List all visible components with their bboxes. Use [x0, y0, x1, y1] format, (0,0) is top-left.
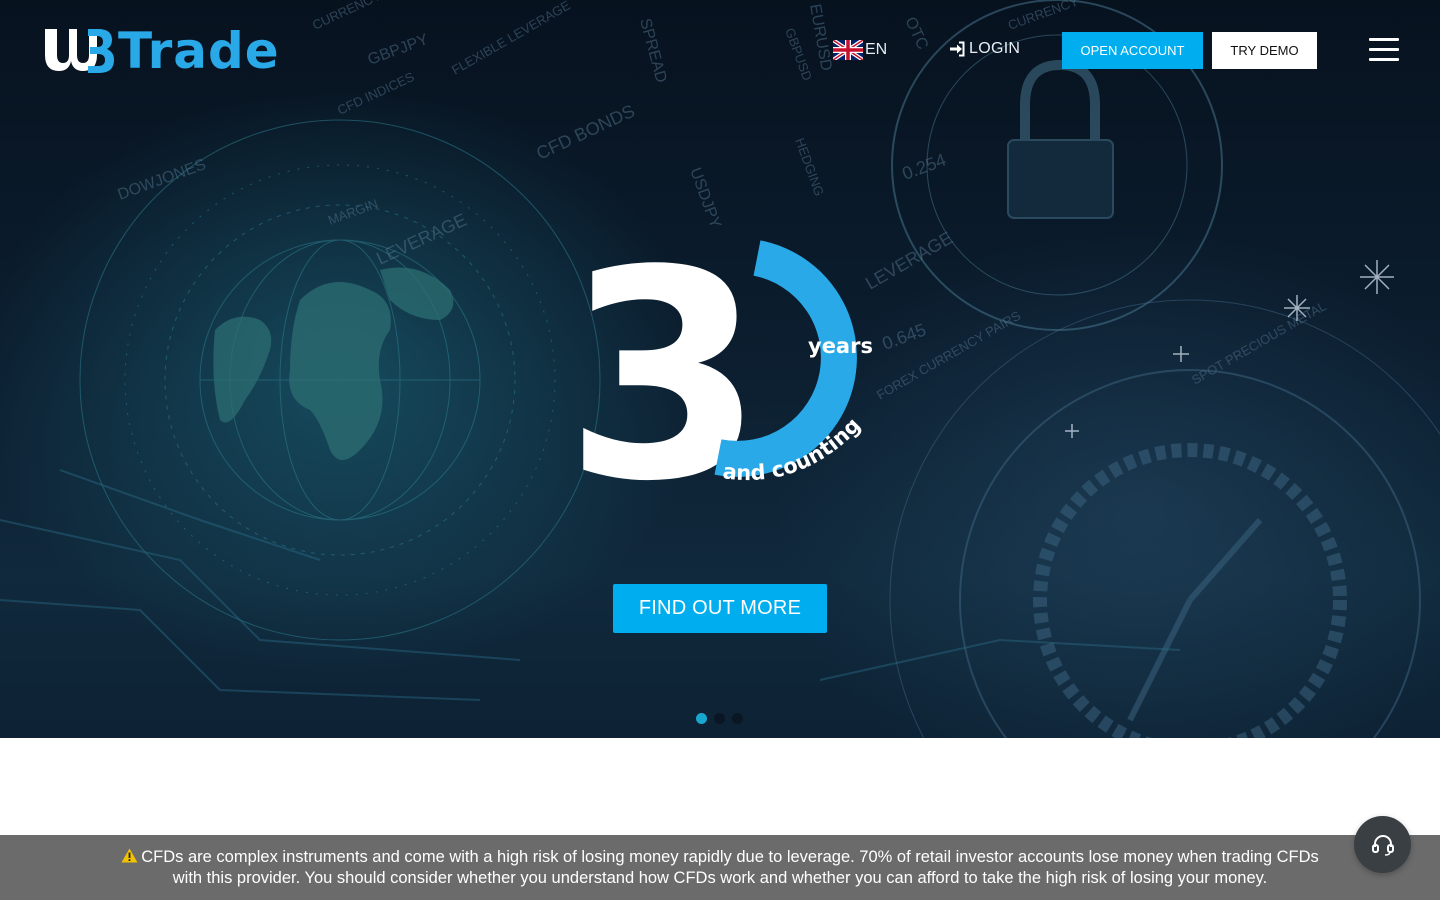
carousel-dot-3[interactable]	[732, 713, 743, 724]
headset-icon	[1371, 834, 1394, 856]
brand-name: Trade	[118, 22, 280, 80]
support-chat-button[interactable]	[1354, 816, 1411, 873]
risk-warning-line-1: CFDs are complex instruments and come wi…	[0, 847, 1440, 868]
sign-in-icon	[950, 41, 965, 57]
open-account-button[interactable]: OPEN ACCOUNT	[1062, 32, 1203, 69]
bg-word: 0.254	[900, 150, 949, 184]
brand-logo[interactable]: Trade	[42, 26, 280, 76]
bg-word: OTC	[901, 15, 931, 53]
bg-word: CFD INDICES	[335, 69, 417, 118]
bg-word: DOWJONES	[116, 156, 209, 204]
carousel-dot-2[interactable]	[714, 713, 725, 724]
risk-warning-bar: CFDs are complex instruments and come wi…	[0, 835, 1440, 900]
uk-flag-icon	[833, 40, 863, 60]
carousel-dot-1[interactable]	[696, 713, 707, 724]
login-link[interactable]: LOGIN	[949, 40, 1020, 58]
menu-bar	[1369, 48, 1399, 51]
bg-word: GBPUSD	[782, 26, 815, 83]
bg-word: LEVERAGE	[373, 209, 469, 268]
risk-warning-text-2: with this provider. You should consider …	[172, 869, 1268, 887]
bg-word: FOREX CURRENCY PAIRS	[874, 308, 1023, 403]
years-label: years	[808, 334, 873, 358]
login-label: LOGIN	[969, 40, 1021, 57]
bg-word: SPREAD	[636, 17, 669, 85]
anniversary-badge: 3 and counting	[564, 240, 865, 500]
menu-icon[interactable]	[1369, 38, 1399, 62]
bg-word: GBPJPY	[366, 31, 431, 69]
risk-warning-text-1: CFDs are complex instruments and come wi…	[141, 848, 1319, 866]
bg-word: CFD BONDS	[533, 101, 638, 164]
wb-monogram-icon	[45, 29, 114, 73]
bg-word: 0.645	[880, 320, 929, 354]
language-code: EN	[865, 41, 888, 58]
find-out-more-button[interactable]: FIND OUT MORE	[613, 584, 827, 633]
menu-bar	[1369, 58, 1399, 61]
menu-bar	[1369, 38, 1399, 41]
bg-word: HEDGING	[792, 136, 827, 198]
bg-word: MARGIN	[326, 196, 380, 228]
bg-word: FLEXIBLE LEVERAGE	[449, 0, 573, 78]
bg-word: CURRENCY	[310, 0, 383, 33]
bg-word: SPOT PRECIOUS METAL	[1189, 298, 1329, 387]
language-selector[interactable]: EN	[833, 40, 887, 60]
carousel-dots	[696, 713, 743, 724]
warning-icon	[121, 848, 138, 863]
bg-word: USDJPY	[686, 166, 724, 231]
hero-banner: GBPJPY FLEXIBLE LEVERAGE SPREAD CURRENCY…	[0, 0, 1440, 738]
try-demo-button[interactable]: TRY DEMO	[1212, 32, 1317, 69]
